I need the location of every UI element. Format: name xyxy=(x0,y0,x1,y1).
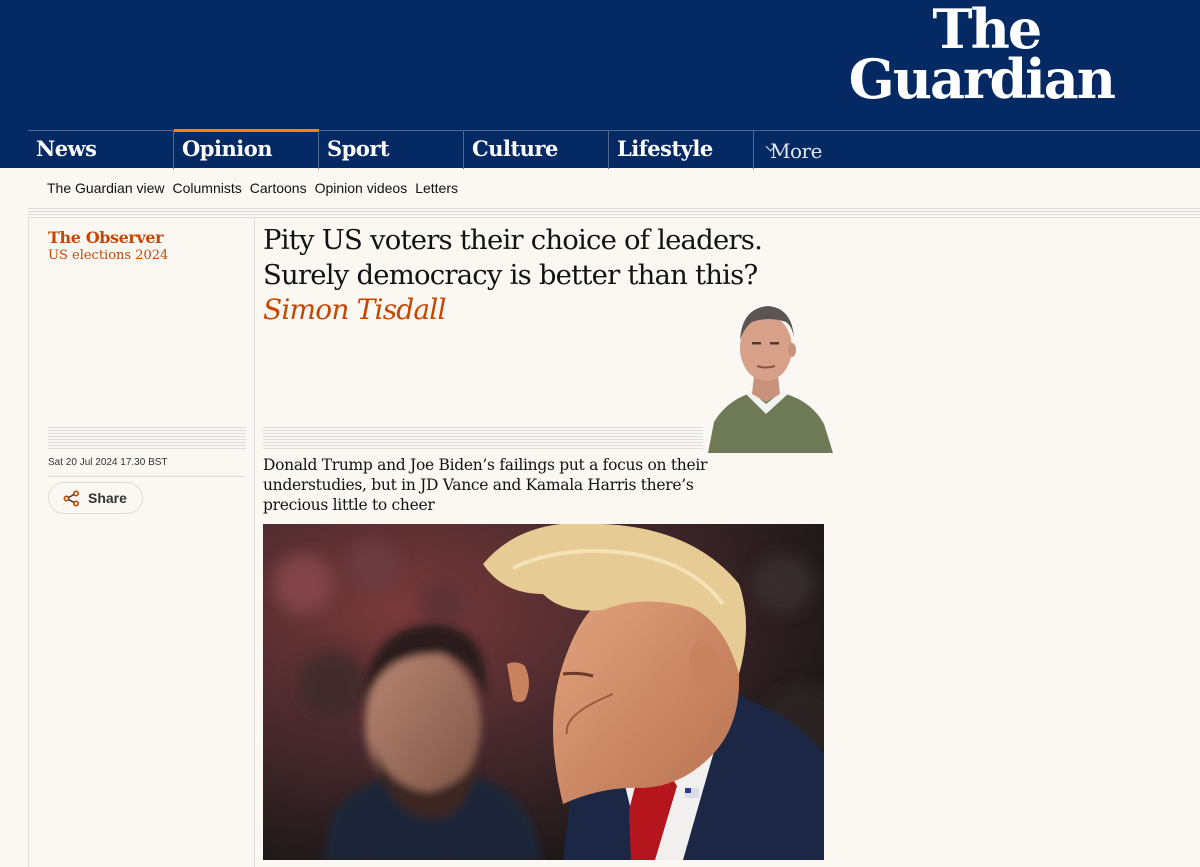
pillar-label: News xyxy=(36,136,97,161)
logo-line-2: Guardian xyxy=(848,47,1116,111)
opinion-subnav: The Guardian view Columnists Cartoons Op… xyxy=(28,168,1200,208)
subnav-columnists[interactable]: Columnists xyxy=(173,180,242,196)
masthead: The Guardian News Opinion Sport Culture … xyxy=(0,0,1200,169)
pillar-sport[interactable]: Sport xyxy=(318,131,463,169)
pillar-label: Culture xyxy=(472,136,558,161)
pillar-opinion[interactable]: Opinion xyxy=(173,129,319,169)
subnav-opinion-videos[interactable]: Opinion videos xyxy=(315,180,408,196)
divider xyxy=(48,476,246,477)
series-label[interactable]: The Observer US elections 2024 xyxy=(48,228,168,263)
subnav-cartoons[interactable]: Cartoons xyxy=(250,180,307,196)
pillar-nav: News Opinion Sport Culture Lifestyle Mor… xyxy=(28,129,1200,169)
article-standfirst: Donald Trump and Joe Biden’s failings pu… xyxy=(263,456,708,514)
author-byline[interactable]: Simon Tisdall xyxy=(263,293,446,326)
pillar-label: Sport xyxy=(327,136,390,161)
series-tag: US elections 2024 xyxy=(48,248,169,263)
guardian-logo[interactable]: The Guardian xyxy=(848,2,1116,111)
divider xyxy=(263,427,703,451)
article-meta: The Observer US elections 2024 Sat 20 Ju… xyxy=(28,218,255,867)
series-name: The Observer xyxy=(48,228,164,247)
pillar-label: Opinion xyxy=(182,136,272,161)
pillar-label: More xyxy=(770,139,822,163)
pillar-news[interactable]: News xyxy=(28,131,173,169)
share-icon xyxy=(63,489,80,507)
pillar-culture[interactable]: Culture xyxy=(463,131,608,169)
subnav-guardian-view[interactable]: The Guardian view xyxy=(47,180,165,196)
share-button[interactable]: Share xyxy=(48,482,143,514)
pillar-lifestyle[interactable]: Lifestyle xyxy=(608,131,753,169)
publish-date: Sat 20 Jul 2024 17.30 BST xyxy=(48,457,168,468)
article-hero-image[interactable] xyxy=(263,524,824,860)
pillar-more[interactable]: More xyxy=(753,131,898,169)
divider xyxy=(48,427,246,451)
subnav-letters[interactable]: Letters xyxy=(415,180,458,196)
pillar-label: Lifestyle xyxy=(617,136,713,161)
share-label: Share xyxy=(88,490,127,506)
article-headline: Pity US voters their choice of leaders. … xyxy=(263,224,763,291)
author-photo xyxy=(708,306,833,453)
divider xyxy=(28,208,1200,218)
